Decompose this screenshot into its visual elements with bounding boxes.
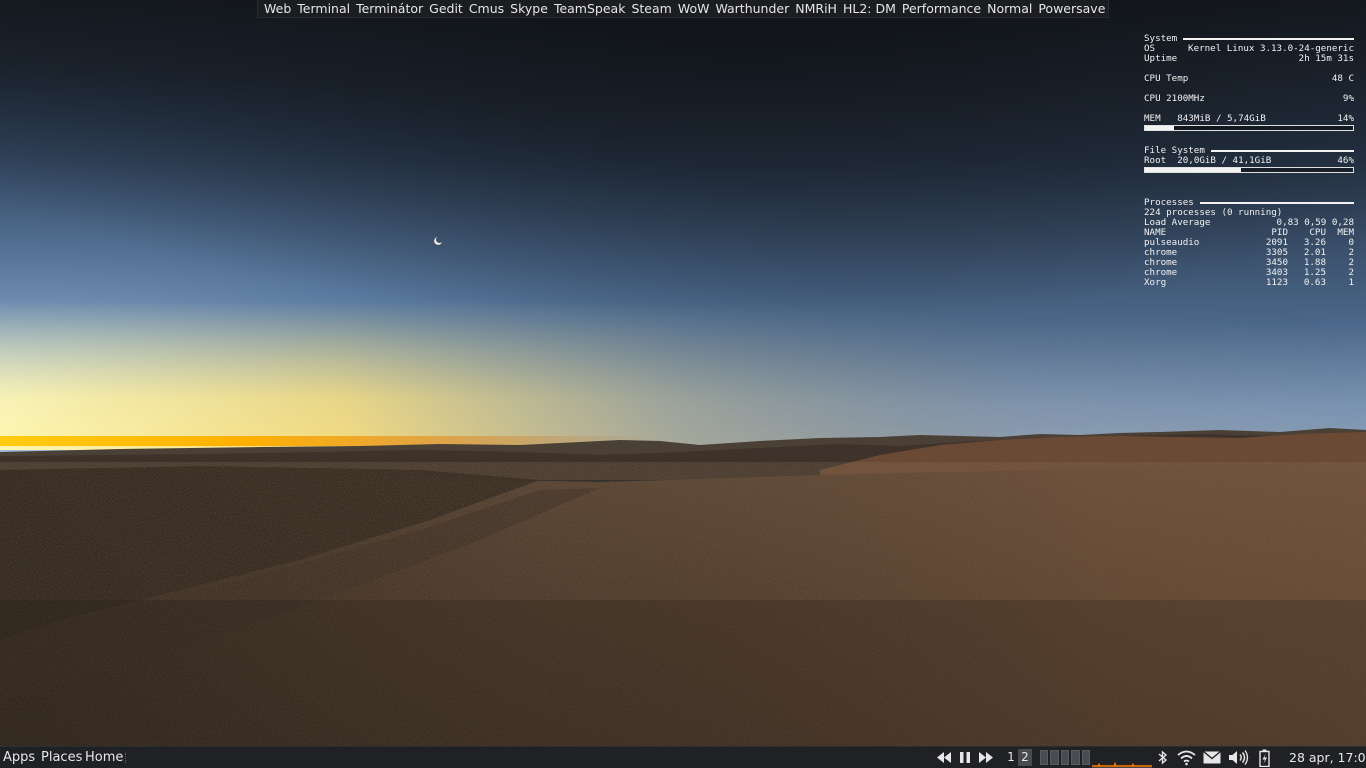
mem-usage-bar-fill	[1145, 126, 1175, 130]
volume-icon[interactable]	[1228, 749, 1249, 766]
launcher-wow[interactable]: WoW	[675, 0, 713, 18]
wifi-icon[interactable]	[1177, 749, 1196, 766]
launcher-gedit[interactable]: Gedit	[426, 0, 466, 18]
launcher-bar: Web Terminal Terminátor Gedit Cmus Skype…	[257, 0, 1109, 18]
home-launcher[interactable]: Home	[85, 747, 123, 768]
fast-forward-icon[interactable]	[978, 751, 994, 764]
power-powersave[interactable]: Powersave	[1035, 0, 1108, 18]
conky-monitor: System OS Kernel Linux 3.13.0-24-generic…	[1144, 34, 1354, 288]
cpu-load-graph	[1092, 761, 1152, 768]
rewind-icon[interactable]	[936, 751, 952, 764]
launcher-terminal[interactable]: Terminal	[294, 0, 353, 18]
bluetooth-icon[interactable]	[1157, 749, 1168, 766]
root-usage-bar	[1144, 167, 1354, 173]
apps-menu[interactable]: Apps	[3, 747, 35, 768]
places-menu[interactable]: Places	[41, 747, 82, 768]
workspace-1[interactable]: 1	[1004, 749, 1018, 766]
launcher-terminator[interactable]: Terminátor	[353, 0, 426, 18]
launcher-steam[interactable]: Steam	[628, 0, 674, 18]
mem-row: MEM 843MiB / 5,74GiB 14%	[1144, 113, 1354, 124]
panel-handle	[125, 753, 128, 763]
pause-icon[interactable]	[959, 751, 971, 764]
process-row: Xorg 1123 0.63 1	[1144, 277, 1354, 288]
launcher-warthunder[interactable]: Warthunder	[712, 0, 792, 18]
launcher-nmrih[interactable]: NMRiH	[792, 0, 840, 18]
root-fs-row: Root 20,0GiB / 41,1GiB 46%	[1144, 155, 1354, 166]
cpu-temp-row: CPU Temp 48 C	[1144, 73, 1354, 84]
launcher-hl2dm[interactable]: HL2: DM	[840, 0, 899, 18]
mem-usage-bar	[1144, 125, 1354, 131]
uptime-row: Uptime 2h 15m 31s	[1144, 53, 1354, 64]
bottom-panel: Apps Places Home 1 2 28 apr, 17:05	[0, 746, 1366, 768]
workspace-2[interactable]: 2	[1018, 749, 1032, 766]
launcher-cmus[interactable]: Cmus	[466, 0, 507, 18]
power-normal[interactable]: Normal	[984, 0, 1035, 18]
window-list[interactable]	[1040, 750, 1091, 765]
clock[interactable]: 28 apr, 17:05	[1289, 747, 1366, 768]
power-performance[interactable]: Performance	[899, 0, 984, 18]
launcher-teamspeak[interactable]: TeamSpeak	[551, 0, 629, 18]
battery-icon[interactable]	[1259, 749, 1270, 767]
cpu-usage-row: CPU 2100MHz 9%	[1144, 93, 1354, 104]
launcher-web[interactable]: Web	[261, 0, 294, 18]
mail-icon[interactable]	[1203, 751, 1221, 764]
root-usage-bar-fill	[1145, 168, 1241, 172]
desktop: Web Terminal Terminátor Gedit Cmus Skype…	[0, 0, 1366, 768]
launcher-skype[interactable]: Skype	[507, 0, 551, 18]
